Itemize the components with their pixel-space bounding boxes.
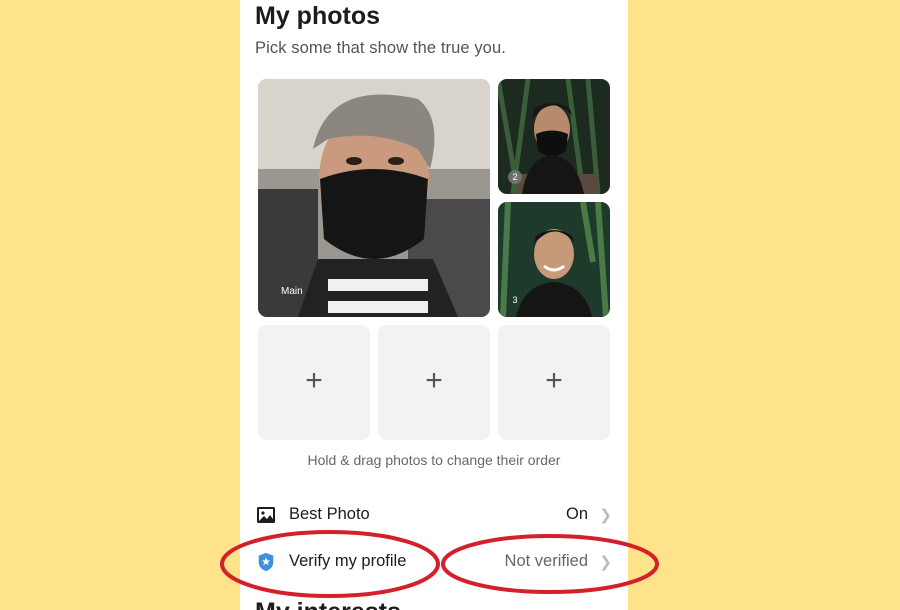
add-photo-slot-2[interactable]: +: [378, 325, 490, 440]
photo-main-label: Main: [281, 286, 303, 297]
plus-icon: +: [425, 364, 443, 397]
add-photo-slot-1[interactable]: +: [258, 325, 370, 440]
reorder-hint: Hold & drag photos to change their order: [307, 452, 561, 468]
profile-editor-panel: My photos Pick some that show the true y…: [240, 0, 628, 610]
plus-icon: +: [305, 364, 323, 397]
best-photo-label: Best Photo: [289, 505, 370, 523]
page-subtitle: Pick some that show the true you.: [255, 39, 506, 57]
add-photo-slot-3[interactable]: +: [498, 325, 610, 440]
photo-2[interactable]: 2: [498, 79, 610, 194]
annotation-circle-verify: [220, 530, 440, 598]
photo-3-number: 3: [512, 295, 518, 305]
chevron-right-icon: ❯: [599, 507, 612, 524]
page-title: My photos: [255, 2, 380, 30]
photo-2-number: 2: [508, 170, 522, 184]
annotation-circle-status: [441, 534, 659, 594]
best-photo-value: On: [565, 505, 588, 523]
photo-main[interactable]: Main: [258, 79, 490, 317]
plus-icon: +: [545, 364, 563, 397]
image-icon: [257, 507, 275, 523]
photo-3[interactable]: 3: [498, 202, 610, 317]
photo-main-image: [258, 79, 490, 317]
